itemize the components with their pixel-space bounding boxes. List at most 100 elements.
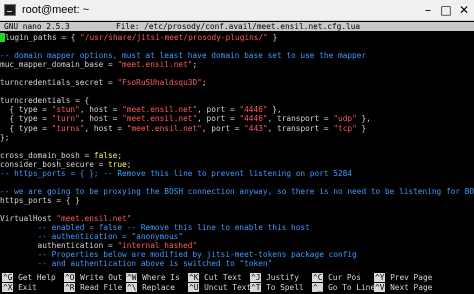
window-titlebar[interactable]: root@meet: ~ – □ ✕ [0,0,474,21]
shortcut-item[interactable]: ^J Justify [250,273,299,283]
shortcut-key: ^_ [312,283,324,292]
shortcut-item[interactable]: ^G Get Help [2,273,56,283]
shortcut-row1: ^G Get Help ^O Write Out ^W Where Is ^K Cut… [0,273,474,283]
shortcut-label: Cur Pos [323,273,361,282]
code-token: turncredentials = { [0,96,90,106]
shortcut-item[interactable]: ^\ Replace [126,283,175,293]
shortcut-key: ^T [250,283,262,292]
code-token: , port = [197,105,240,115]
shortcut-item[interactable]: ^T To Spell [250,283,304,293]
shortcut-label: Replace [137,283,175,292]
shortcut-key: ^W [126,273,138,282]
terminal-app-icon [4,4,16,16]
code-token: "meet.ensil.net" [122,114,198,124]
code-token: ; [201,78,207,88]
shortcut-key: ^K [188,273,200,282]
shortcut-item[interactable]: ^K Cut Text [188,273,242,283]
editor-line[interactable]: turncredentials_secret = "FsoRuSUhaldsqu… [0,78,474,87]
shortcut-label: Prev Page [385,273,433,282]
code-token: , transport = [267,114,334,124]
shortcut-label: Read File [75,283,123,292]
code-token: "/usr/share/jitsi-meet/prosody-plugins/" [80,33,268,42]
editor-line[interactable]: { type = "stun", host = "meet.ensil.net"… [0,105,474,114]
editor-line[interactable]: VirtualHost "meet.ensil.net" [0,214,474,223]
editor-line[interactable]: -- Properties below are modified by jits… [0,250,474,259]
code-token: "meet.ensil.net" [56,214,132,223]
editor-line[interactable]: https_ports = { } [0,196,474,205]
shortcut-key: ^R [64,283,76,292]
shortcut-key: ^U [188,283,200,292]
shortcut-item[interactable]: ^O Write Out [64,273,122,283]
nano-header-bar: GNU nano 2.5.3 File: /etc/prosody/conf.a… [0,22,474,31]
editor-line[interactable]: { type = "turn", host = "meet.ensil.net"… [0,114,474,123]
code-token: }; [0,132,10,142]
shortcut-key: ^Y [374,273,386,282]
code-token: false [93,150,118,160]
shortcut-key: ^O [64,273,76,282]
shortcut-key: ^G [2,273,14,282]
shortcut-item[interactable]: ^X Exit [2,283,37,293]
shortcut-label: To Spell [261,283,304,292]
editor-line[interactable]: lugin_paths = { "/usr/share/jitsi-meet/p… [0,33,474,42]
editor-line[interactable]: muc_mapper_domain_base = "meet.ensil.net… [0,60,474,69]
code-token: ; [192,60,198,70]
editor-line[interactable] [0,42,474,51]
editor-line[interactable]: { type = "turns", host = "meet.ensil.net… [0,124,474,133]
code-token: lugin_paths = { [5,33,81,42]
editor-line[interactable]: -- https_ports = { }; -- Remove this lin… [0,169,474,178]
editor-line[interactable] [0,69,474,78]
code-token: -- enabled = false -- Remove this line t… [0,223,310,233]
shortcut-row2: ^X Exit ^R Read File ^\ Replace ^U Uncut Te… [0,283,474,293]
code-token: } [356,123,367,133]
editor-line[interactable]: }; [0,133,474,142]
code-token: "internal_hashed" [117,241,198,251]
shortcut-label: Next Page [385,283,433,292]
shortcut-item[interactable]: ^C Cur Pos [312,273,361,283]
code-token: "turns" [51,123,85,133]
shortcut-key: ^C [312,273,324,282]
shortcut-label: Write Out [75,273,123,282]
shortcut-item[interactable]: ^Y Prev Page [374,273,432,283]
editor-line[interactable] [0,87,474,96]
maximize-button[interactable]: □ [436,0,456,20]
shortcut-label: Uncut Text [199,283,252,292]
window-title: root@meet: ~ [22,4,90,16]
code-token: "udp" [333,114,357,124]
code-token: "meet.ensil.net" [122,105,198,115]
code-token: VirtualHost [0,214,57,223]
editor-line[interactable]: -- we are going to be proxying the BOSH … [0,187,474,196]
shortcut-key: ^J [250,273,262,282]
shortcut-label: Go To Line [323,283,376,292]
editor-line[interactable] [0,142,474,151]
shortcut-item[interactable]: ^U Uncut Text [188,283,251,293]
editor-line[interactable]: -- enabled = false -- Remove this line t… [0,223,474,232]
close-button[interactable]: ✕ [454,0,474,20]
code-token: "stun" [51,105,80,115]
code-token: { type = [0,114,52,124]
code-token: }, [267,105,282,115]
shortcut-key: ^\ [126,283,138,292]
editor-line[interactable]: -- domain mapper options, must at least … [0,51,474,60]
shortcut-item[interactable]: ^W Where Is [126,273,180,283]
editor-line[interactable]: turncredentials = { [0,96,474,105]
minimize-button[interactable]: – [418,0,438,20]
shortcut-item[interactable]: ^R Read File [64,283,122,293]
editor-line[interactable]: authentication = "internal_hashed" [0,241,474,250]
editor-line[interactable] [0,178,474,187]
shortcut-item[interactable]: ^V Next Page [374,283,432,293]
editor-line[interactable]: consider_bosh_secure = true; [0,160,474,169]
code-token: { type = [0,105,52,115]
code-token: true [107,159,127,169]
editor-line[interactable]: cross_domain_bosh = false; [0,151,474,160]
shortcut-label: Justify [261,273,299,282]
editor-line[interactable]: -- and authentication above is switched … [0,259,474,268]
code-token: , host = [84,123,127,133]
shortcut-label: Get Help [13,273,56,282]
code-token: consider_bosh_secure = [0,159,108,169]
code-token: "meet.ensil.net" [117,60,193,70]
shortcut-item[interactable]: ^_ Go To Line [312,283,375,293]
code-token: , host = [79,105,123,115]
terminal-screen[interactable]: GNU nano 2.5.3 File: /etc/prosody/conf.a… [0,21,474,294]
editor-line[interactable]: -- authentication = "anonymous" [0,232,474,241]
editor-line[interactable] [0,205,474,214]
